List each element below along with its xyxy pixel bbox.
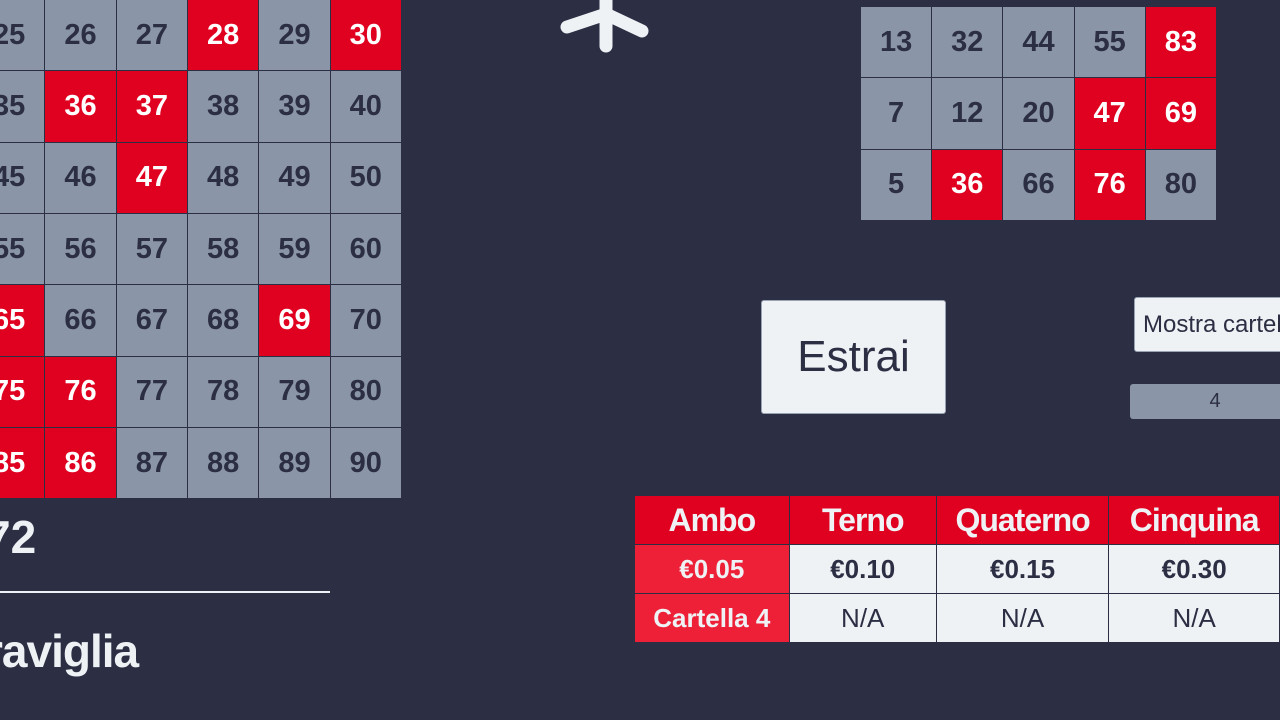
status-ambo: Cartella 4 xyxy=(634,593,790,643)
board-cell-46: 46 xyxy=(45,142,117,214)
board-cell-27: 27 xyxy=(116,0,188,72)
prize-amount-row: €0.05 €0.10 €0.15 €0.30 xyxy=(634,544,1280,594)
header-cinquina: Cinquina xyxy=(1108,495,1280,545)
prize-terno: €0.10 xyxy=(788,544,937,594)
header-ambo: Ambo xyxy=(634,495,790,545)
card-cell-36: 36 xyxy=(932,149,1004,221)
card-cell-13: 13 xyxy=(861,7,933,79)
status-terno: N/A xyxy=(788,593,937,643)
card-cell-55: 55 xyxy=(1074,7,1146,79)
board-cell-58: 58 xyxy=(187,213,260,286)
board-cell-29: 29 xyxy=(259,0,331,72)
draw-button[interactable]: Estrai xyxy=(761,300,946,414)
status-cinquina: N/A xyxy=(1108,593,1280,643)
board-cell-59: 59 xyxy=(259,213,331,286)
board-cell-86: 86 xyxy=(45,427,117,500)
board-cell-90: 90 xyxy=(330,427,402,500)
board-cell-28: 28 xyxy=(187,0,260,72)
board-cell-49: 49 xyxy=(259,142,331,214)
board-cell-87: 87 xyxy=(116,427,188,500)
board-cell-80: 80 xyxy=(330,356,402,428)
board-cell-37: 37 xyxy=(116,71,188,143)
status-quaterno: N/A xyxy=(935,593,1110,643)
board-cell-40: 40 xyxy=(330,71,402,143)
board-cell-25: 25 xyxy=(0,0,46,72)
board-cell-65: 65 xyxy=(0,285,46,357)
board-cell-56: 56 xyxy=(45,213,117,286)
card-cell-83: 83 xyxy=(1145,7,1217,79)
prize-header-row: Ambo Terno Quaterno Cinquina xyxy=(634,495,1280,545)
card-cell-20: 20 xyxy=(1003,78,1075,150)
board-cell-35: 35 xyxy=(0,71,46,143)
prize-cinquina: €0.30 xyxy=(1108,544,1280,594)
prize-table: Ambo Terno Quaterno Cinquina €0.05 €0.10… xyxy=(634,495,1280,643)
card-cell-76: 76 xyxy=(1074,149,1146,221)
board-cell-30: 30 xyxy=(330,0,402,72)
board-cell-39: 39 xyxy=(259,71,331,143)
board-cell-89: 89 xyxy=(259,427,331,500)
card-cell-7: 7 xyxy=(861,78,933,150)
card-number-input[interactable] xyxy=(1130,384,1280,419)
asterisk-icon xyxy=(556,0,652,69)
board-cell-77: 77 xyxy=(116,356,188,428)
board-cell-47: 47 xyxy=(116,142,188,214)
board-cell-60: 60 xyxy=(330,213,402,286)
board-cell-67: 67 xyxy=(116,285,188,357)
board-cell-75: 75 xyxy=(0,356,46,428)
card-cell-80: 80 xyxy=(1145,149,1217,221)
card-cell-47: 47 xyxy=(1074,78,1146,150)
tabellone-board: 25 26 27 28 29 30 35 36 37 38 39 40 45 46 47 48 49 50 55 56… xyxy=(0,0,402,500)
board-cell-85: 85 xyxy=(0,427,46,500)
board-cell-88: 88 xyxy=(187,427,260,500)
player-card: 13 32 44 55 83 7 12 20 47 69 5 36 66 76 80 xyxy=(861,7,1217,221)
board-cell-45: 45 xyxy=(0,142,46,214)
board-cell-70: 70 xyxy=(330,285,402,357)
board-cell-26: 26 xyxy=(45,0,117,72)
card-cell-69: 69 xyxy=(1145,78,1217,150)
divider xyxy=(0,591,330,593)
board-cell-48: 48 xyxy=(187,142,260,214)
board-cell-38: 38 xyxy=(187,71,260,143)
card-cell-12: 12 xyxy=(932,78,1004,150)
board-cell-68: 68 xyxy=(187,285,260,357)
board-cell-36: 36 xyxy=(45,71,117,143)
header-terno: Terno xyxy=(788,495,937,545)
card-cell-32: 32 xyxy=(932,7,1004,79)
card-cell-5: 5 xyxy=(861,149,933,221)
prize-ambo: €0.05 xyxy=(634,544,790,594)
card-cell-66: 66 xyxy=(1003,149,1075,221)
prize-status-row: Cartella 4 N/A N/A N/A xyxy=(634,593,1280,643)
card-cell-44: 44 xyxy=(1003,7,1075,79)
board-cell-57: 57 xyxy=(116,213,188,286)
board-cell-78: 78 xyxy=(187,356,260,428)
board-cell-69: 69 xyxy=(259,285,331,357)
board-cell-76: 76 xyxy=(45,356,117,428)
board-cell-79: 79 xyxy=(259,356,331,428)
last-drawn-number: 72 xyxy=(0,511,37,563)
board-cell-50: 50 xyxy=(330,142,402,214)
board-cell-66: 66 xyxy=(45,285,117,357)
smorfia-meaning: raviglia xyxy=(0,625,139,677)
prize-quaterno: €0.15 xyxy=(935,544,1110,594)
show-card-button[interactable]: Mostra cartella xyxy=(1134,297,1280,352)
board-cell-55: 55 xyxy=(0,213,46,286)
header-quaterno: Quaterno xyxy=(935,495,1110,545)
